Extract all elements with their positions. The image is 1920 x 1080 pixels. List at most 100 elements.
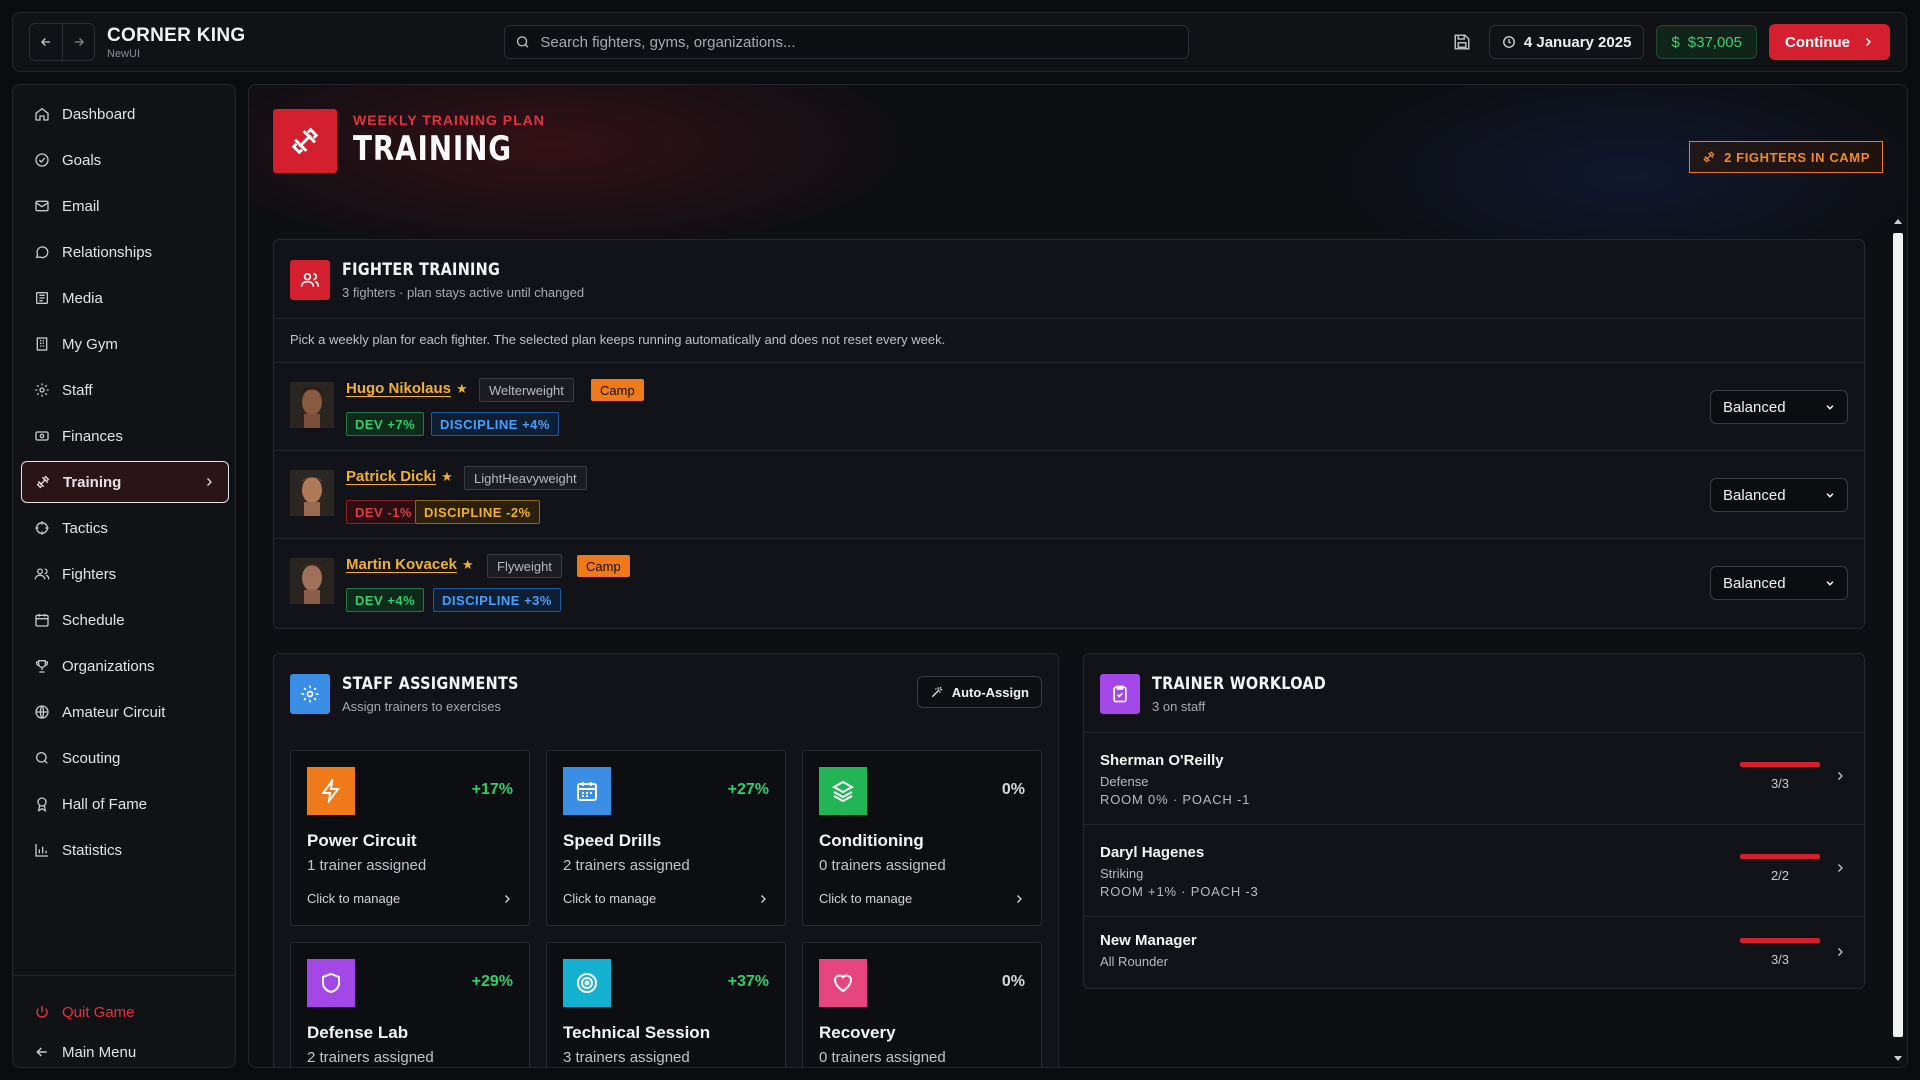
brand: CORNER KING NewUI bbox=[107, 25, 245, 60]
weight-class-tag: Flyweight bbox=[487, 554, 562, 578]
sidebar-item-organizations[interactable]: Organizations bbox=[21, 645, 229, 687]
exercise-card-conditioning[interactable]: 0% Conditioning 0 trainers assigned Clic… bbox=[802, 750, 1042, 926]
page-kicker: WEEKLY TRAINING PLAN bbox=[353, 112, 545, 128]
sidebar-item-my-gym[interactable]: My Gym bbox=[21, 323, 229, 365]
search-box[interactable] bbox=[504, 25, 1189, 59]
auto-assign-label: Auto-Assign bbox=[951, 684, 1029, 700]
fighter-portrait bbox=[290, 382, 334, 428]
sidebar-item-label: Training bbox=[63, 473, 122, 491]
arrow-right-icon bbox=[74, 38, 84, 46]
exercise-card-defense-lab[interactable]: +29% Defense Lab 2 trainers assigned bbox=[290, 942, 530, 1067]
quit-game-button[interactable]: Quit Game bbox=[21, 991, 229, 1033]
sidebar-item-staff[interactable]: Staff bbox=[21, 369, 229, 411]
sidebar-item-label: Scouting bbox=[62, 749, 121, 767]
auto-assign-button[interactable]: Auto-Assign bbox=[916, 676, 1042, 708]
users-icon bbox=[300, 272, 320, 287]
chevron-right-icon bbox=[1017, 894, 1022, 903]
manage-link[interactable]: Click to manage bbox=[563, 891, 769, 906]
chevron-right-icon bbox=[1838, 864, 1843, 872]
clipboard-check-icon bbox=[1113, 685, 1127, 703]
date-display: 4 January 2025 bbox=[1488, 25, 1645, 59]
plan-select[interactable]: Balanced bbox=[1710, 478, 1848, 512]
fighter-avatar bbox=[290, 558, 334, 604]
manage-link[interactable]: Click to manage bbox=[307, 891, 513, 906]
app-subtitle: NewUI bbox=[107, 47, 141, 60]
manage-label: Click to manage bbox=[819, 891, 913, 906]
trainer-workload-card: TRAINER WORKLOAD 3 on staff Sherman O'Re… bbox=[1083, 653, 1865, 989]
gear-icon bbox=[35, 383, 49, 397]
chevron-down-icon bbox=[1826, 581, 1834, 586]
home-icon bbox=[35, 107, 49, 121]
camp-tag: Camp bbox=[577, 555, 630, 577]
weight-class-tag: Welterweight bbox=[479, 378, 574, 402]
magic-wand-icon bbox=[931, 686, 942, 698]
lightning-icon bbox=[321, 779, 340, 803]
sidebar-item-fighters[interactable]: Fighters bbox=[21, 553, 229, 595]
fighter-name-link[interactable]: Hugo Nikolaus ★ bbox=[346, 380, 468, 397]
trainer-row[interactable]: New Manager All Rounder 3/3 bbox=[1084, 916, 1864, 990]
sidebar-item-scouting[interactable]: Scouting bbox=[21, 737, 229, 779]
exercise-name: Conditioning bbox=[819, 831, 924, 850]
exercise-icon bbox=[307, 959, 355, 1007]
chevron-down-icon bbox=[1826, 405, 1834, 410]
sidebar-item-goals[interactable]: Goals bbox=[21, 139, 229, 181]
scroll-down-arrow[interactable] bbox=[1894, 1056, 1902, 1061]
scroll-up-arrow[interactable] bbox=[1894, 219, 1902, 224]
save-button[interactable] bbox=[1447, 25, 1477, 59]
discipline-stat: DISCIPLINE -2% bbox=[415, 500, 540, 524]
sidebar-item-finances[interactable]: Finances bbox=[21, 415, 229, 457]
camp-tag: Camp bbox=[591, 379, 644, 401]
forward-button[interactable] bbox=[62, 24, 94, 60]
power-icon bbox=[36, 1006, 48, 1018]
fighters-in-camp-badge[interactable]: 2 FIGHTERS IN CAMP bbox=[1689, 141, 1883, 173]
plan-select[interactable]: Balanced bbox=[1710, 390, 1848, 424]
sidebar-item-media[interactable]: Media bbox=[21, 277, 229, 319]
scrollbar-thumb[interactable] bbox=[1893, 233, 1903, 1037]
search-icon bbox=[516, 36, 529, 48]
sidebar-item-schedule[interactable]: Schedule bbox=[21, 599, 229, 641]
plan-select-value: Balanced bbox=[1723, 486, 1786, 504]
globe-icon bbox=[35, 705, 49, 719]
back-button[interactable] bbox=[30, 24, 62, 60]
target-icon bbox=[577, 973, 597, 993]
sidebar-item-statistics[interactable]: Statistics bbox=[21, 829, 229, 871]
exercise-card-power-circuit[interactable]: +17% Power Circuit 1 trainer assigned Cl… bbox=[290, 750, 530, 926]
bar-chart-icon bbox=[35, 844, 48, 857]
trophy-icon bbox=[36, 660, 48, 673]
clock-icon bbox=[1502, 36, 1515, 48]
exercise-card-speed-drills[interactable]: +27% Speed Drills 2 trainers assigned Cl… bbox=[546, 750, 786, 926]
fighter-name-link[interactable]: Patrick Dicki ★ bbox=[346, 468, 453, 485]
sidebar-item-training[interactable]: Training bbox=[21, 461, 229, 503]
plan-select[interactable]: Balanced bbox=[1710, 566, 1848, 600]
sidebar-item-label: Statistics bbox=[62, 841, 123, 859]
dumbbell-icon bbox=[1703, 151, 1715, 163]
trainer-stats: ROOM +1% · POACH -3 bbox=[1100, 884, 1259, 899]
staff-assignments-card: STAFF ASSIGNMENTS Assign trainers to exe… bbox=[273, 653, 1059, 1067]
sidebar-item-relationships[interactable]: Relationships bbox=[21, 231, 229, 273]
exercise-card-recovery[interactable]: 0% Recovery 0 trainers assigned bbox=[802, 942, 1042, 1067]
sidebar-divider bbox=[13, 975, 235, 976]
trainer-row[interactable]: Daryl Hagenes Striking ROOM +1% · POACH … bbox=[1084, 824, 1864, 916]
continue-button[interactable]: Continue bbox=[1769, 24, 1890, 60]
fighter-avatar bbox=[290, 382, 334, 428]
fighter-name-link[interactable]: Martin Kovacek ★ bbox=[346, 556, 474, 573]
exercise-card-technical-session[interactable]: +37% Technical Session 3 trainers assign… bbox=[546, 942, 786, 1067]
shield-icon bbox=[322, 972, 340, 994]
chevron-right-icon bbox=[505, 894, 510, 903]
exercise-bonus: 0% bbox=[1001, 973, 1025, 990]
sidebar-item-label: Relationships bbox=[62, 243, 153, 261]
sidebar-item-hall-of-fame[interactable]: Hall of Fame bbox=[21, 783, 229, 825]
sidebar-item-tactics[interactable]: Tactics bbox=[21, 507, 229, 549]
main-menu-button[interactable]: Main Menu bbox=[21, 1031, 229, 1073]
manage-link[interactable]: Click to manage bbox=[819, 891, 1025, 906]
plan-select-value: Balanced bbox=[1723, 398, 1786, 416]
main-menu-label: Main Menu bbox=[62, 1043, 137, 1061]
search-input[interactable] bbox=[540, 33, 1178, 51]
trainer-row[interactable]: Sherman O'Reilly Defense ROOM 0% · POACH… bbox=[1084, 732, 1864, 824]
training-header-icon bbox=[273, 109, 337, 173]
sidebar-item-amateur-circuit[interactable]: Amateur Circuit bbox=[21, 691, 229, 733]
sidebar-item-dashboard[interactable]: Dashboard bbox=[21, 93, 229, 135]
trainer-name: Sherman O'Reilly bbox=[1100, 752, 1224, 769]
sidebar-item-email[interactable]: Email bbox=[21, 185, 229, 227]
current-date: 4 January 2025 bbox=[1523, 33, 1632, 51]
